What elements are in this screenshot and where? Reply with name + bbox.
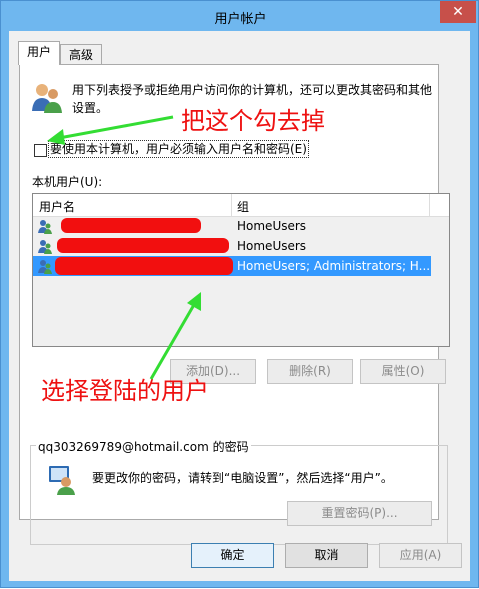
redacted-username	[55, 257, 233, 275]
group-cell: HomeUsers; Administrators; H...	[237, 259, 431, 273]
user-accounts-window: 用户帐户 ✕ 高级 用户 用下列表授予或拒绝用户访问你的计算机，还可以更改其密码…	[0, 0, 479, 588]
annotation-uncheck: 把这个勾去掉	[181, 107, 325, 135]
window-title: 用户帐户	[214, 12, 267, 27]
group-cell: HomeUsers	[237, 239, 307, 253]
properties-button[interactable]: 属性(O)	[360, 359, 446, 384]
password-info-text: 要更改你的密码，请转到“电脑设置”，然后选择“用户”。	[92, 471, 393, 485]
close-icon[interactable]: ✕	[440, 1, 476, 23]
reset-password-button[interactable]: 重置密码(P)...	[287, 501, 432, 526]
users-icon	[32, 84, 62, 113]
annotation-select-user: 选择登陆的用户	[41, 377, 209, 405]
tab-advanced[interactable]: 高级	[60, 44, 102, 66]
require-password-checkbox[interactable]	[34, 144, 47, 157]
redacted-username	[61, 218, 201, 233]
require-password-label[interactable]: 要使用本计算机，用户必须输入用户名和密码(E)	[48, 140, 309, 158]
remove-user-button[interactable]: 删除(R)	[267, 359, 353, 384]
list-header: 用户名 组	[33, 194, 449, 217]
table-row[interactable]: HomeUsers	[33, 236, 431, 256]
password-group-title: qq303269789@hotmail.com 的密码	[36, 438, 251, 455]
apply-button[interactable]: 应用(A)	[379, 543, 462, 568]
table-row-selected[interactable]: HomeUsers; Administrators; H...	[33, 256, 431, 276]
tab-users[interactable]: 用户	[18, 41, 60, 65]
cancel-button[interactable]: 取消	[285, 543, 368, 568]
table-row[interactable]: HomeUsers	[33, 216, 431, 236]
column-divider[interactable]	[231, 194, 232, 216]
group-cell: HomeUsers	[237, 219, 307, 233]
user-password-icon	[49, 466, 75, 495]
user-icon	[38, 240, 52, 254]
column-divider[interactable]	[429, 194, 430, 216]
header-username[interactable]: 用户名	[39, 198, 75, 215]
password-group	[30, 445, 448, 545]
title-bar[interactable]: 用户帐户 ✕	[1, 1, 479, 31]
ok-button[interactable]: 确定	[191, 543, 274, 568]
redacted-username	[57, 238, 229, 253]
user-icon	[38, 220, 52, 234]
local-users-label: 本机用户(U):	[32, 175, 103, 189]
header-group[interactable]: 组	[237, 198, 249, 215]
user-icon	[38, 260, 52, 274]
users-list[interactable]: 用户名 组 HomeUsers HomeUsers HomeUsers; Adm…	[32, 193, 450, 347]
